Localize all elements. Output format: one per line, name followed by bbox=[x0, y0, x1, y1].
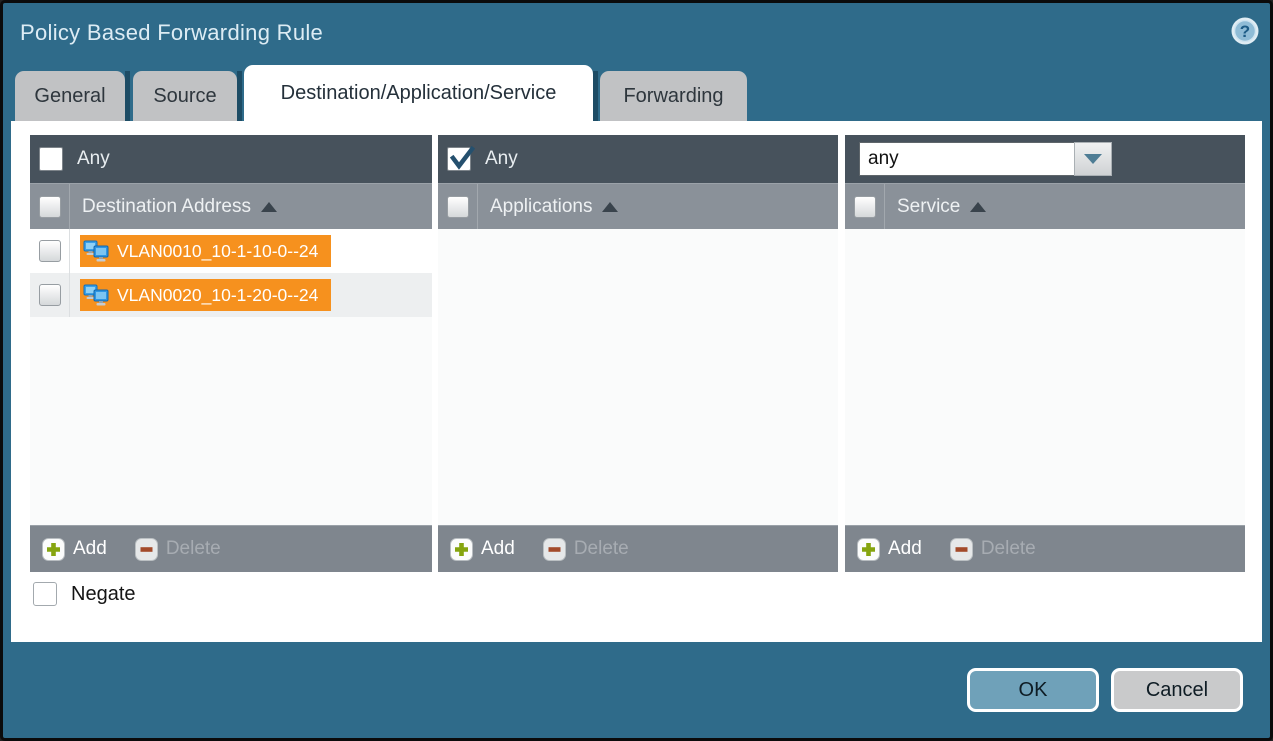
ok-button[interactable]: OK bbox=[967, 668, 1099, 712]
destination-any-bar: Any bbox=[30, 135, 432, 183]
tab-divider bbox=[237, 71, 242, 121]
tab-destination-application-service[interactable]: Destination/Application/Service bbox=[244, 65, 593, 121]
cancel-button[interactable]: Cancel bbox=[1111, 668, 1243, 712]
service-header-label: Service bbox=[897, 196, 960, 218]
applications-any-label: Any bbox=[485, 148, 518, 170]
ok-label: OK bbox=[1019, 679, 1048, 702]
add-button[interactable]: Add bbox=[450, 538, 515, 561]
applications-footer: Add Delete bbox=[438, 525, 838, 572]
help-icon[interactable]: ? bbox=[1230, 16, 1260, 46]
applications-column: Any Applications Add bbox=[438, 135, 838, 572]
negate-row: Negate bbox=[33, 582, 136, 606]
service-column: Service Add Delete bbox=[845, 135, 1245, 572]
delete-button[interactable]: Delete bbox=[950, 538, 1036, 561]
delete-button[interactable]: Delete bbox=[135, 538, 221, 561]
minus-icon bbox=[135, 538, 158, 561]
service-list bbox=[845, 229, 1245, 525]
add-button[interactable]: Add bbox=[857, 538, 922, 561]
cancel-label: Cancel bbox=[1146, 679, 1208, 702]
destination-any-label: Any bbox=[77, 148, 110, 170]
address-object-icon bbox=[83, 283, 110, 308]
add-label: Add bbox=[888, 538, 922, 560]
minus-icon bbox=[543, 538, 566, 561]
delete-button[interactable]: Delete bbox=[543, 538, 629, 561]
list-item: VLAN0020_10-1-20-0--24 bbox=[30, 273, 432, 317]
destination-footer: Add Delete bbox=[30, 525, 432, 572]
tab-forwarding-label: Forwarding bbox=[623, 85, 723, 108]
list-item: VLAN0010_10-1-10-0--24 bbox=[30, 229, 432, 273]
destination-address-entry[interactable]: VLAN0010_10-1-10-0--24 bbox=[80, 235, 331, 267]
destination-any-checkbox[interactable] bbox=[39, 147, 63, 171]
chevron-down-icon bbox=[1084, 154, 1102, 164]
tab-divider bbox=[125, 71, 130, 121]
sort-asc-icon bbox=[602, 202, 618, 212]
dialog-title: Policy Based Forwarding Rule bbox=[20, 20, 323, 46]
applications-list bbox=[438, 229, 838, 525]
destination-list: VLAN0010_10-1-10-0--24 bbox=[30, 229, 432, 525]
add-button[interactable]: Add bbox=[42, 538, 107, 561]
delete-label: Delete bbox=[981, 538, 1036, 560]
policy-based-forwarding-dialog: Policy Based Forwarding Rule ? General S… bbox=[0, 0, 1273, 741]
sort-asc-icon bbox=[261, 202, 277, 212]
destination-address-column: Any Destination Address bbox=[30, 135, 432, 572]
negate-checkbox[interactable] bbox=[33, 582, 57, 606]
destination-address-label: VLAN0020_10-1-20-0--24 bbox=[117, 285, 318, 306]
row-checkbox[interactable] bbox=[39, 240, 61, 262]
service-select-all-checkbox[interactable] bbox=[854, 196, 876, 218]
tab-general-label: General bbox=[34, 85, 105, 108]
negate-label: Negate bbox=[71, 583, 136, 606]
delete-label: Delete bbox=[574, 538, 629, 560]
service-dropdown bbox=[859, 142, 1112, 176]
destination-column-header[interactable]: Destination Address bbox=[30, 183, 432, 229]
applications-any-checkbox[interactable] bbox=[447, 147, 471, 171]
destination-select-all-checkbox[interactable] bbox=[39, 196, 61, 218]
delete-label: Delete bbox=[166, 538, 221, 560]
service-column-header[interactable]: Service bbox=[845, 183, 1245, 229]
tab-source-label: Source bbox=[153, 85, 216, 108]
destination-address-label: VLAN0010_10-1-10-0--24 bbox=[117, 241, 318, 262]
content-panel: Any Destination Address bbox=[11, 121, 1262, 642]
applications-header-label: Applications bbox=[490, 196, 592, 218]
add-label: Add bbox=[481, 538, 515, 560]
tab-general[interactable]: General bbox=[15, 71, 125, 121]
plus-icon bbox=[450, 538, 473, 561]
destination-address-entry[interactable]: VLAN0020_10-1-20-0--24 bbox=[80, 279, 331, 311]
sort-asc-icon bbox=[970, 202, 986, 212]
destination-header-label: Destination Address bbox=[82, 196, 251, 218]
service-dropdown-input[interactable] bbox=[859, 142, 1074, 176]
plus-icon bbox=[42, 538, 65, 561]
applications-select-all-checkbox[interactable] bbox=[447, 196, 469, 218]
svg-text:?: ? bbox=[1240, 22, 1250, 41]
tab-source[interactable]: Source bbox=[133, 71, 237, 121]
service-dropdown-bar bbox=[845, 135, 1245, 183]
plus-icon bbox=[857, 538, 880, 561]
service-dropdown-button[interactable] bbox=[1074, 142, 1112, 176]
applications-column-header[interactable]: Applications bbox=[438, 183, 838, 229]
tab-divider bbox=[593, 71, 598, 121]
row-checkbox[interactable] bbox=[39, 284, 61, 306]
address-object-icon bbox=[83, 239, 110, 264]
tab-dest-label: Destination/Application/Service bbox=[281, 82, 557, 105]
add-label: Add bbox=[73, 538, 107, 560]
applications-any-bar: Any bbox=[438, 135, 838, 183]
minus-icon bbox=[950, 538, 973, 561]
tab-forwarding[interactable]: Forwarding bbox=[600, 71, 747, 121]
service-footer: Add Delete bbox=[845, 525, 1245, 572]
